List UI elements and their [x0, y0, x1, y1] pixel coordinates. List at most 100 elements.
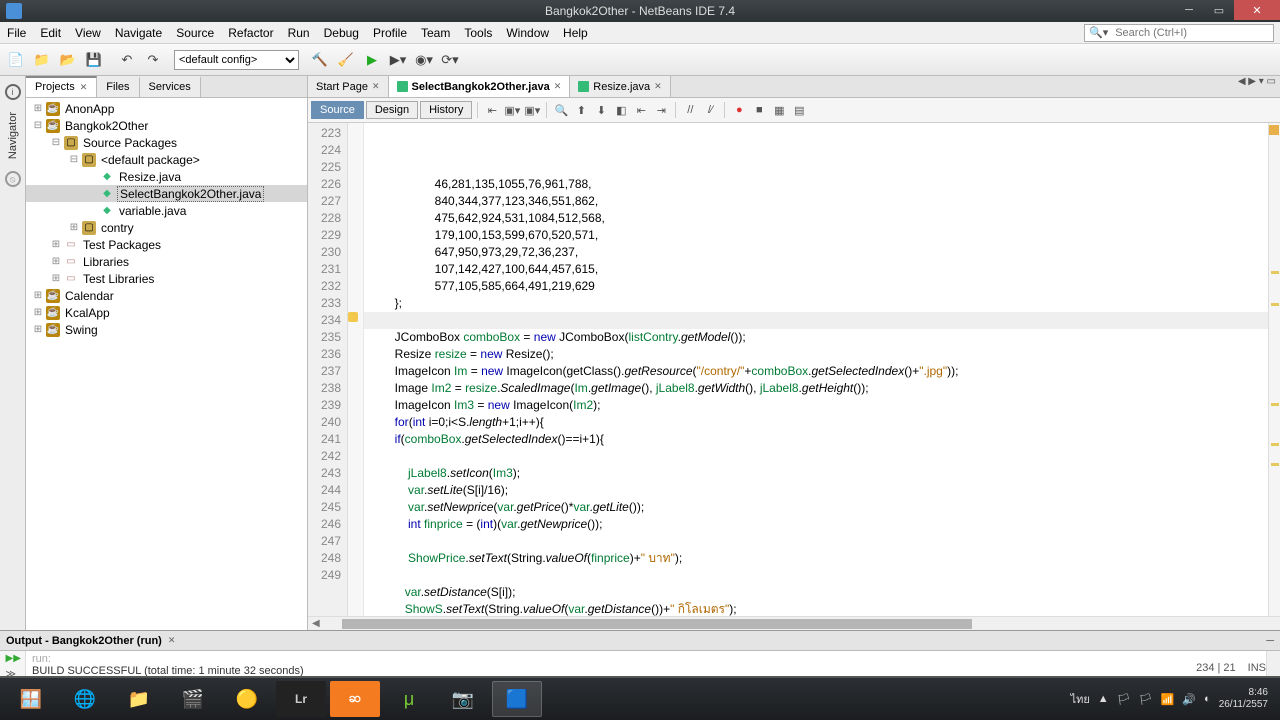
uncomment-icon[interactable]: /∕	[701, 101, 719, 119]
close-icon[interactable]: ✕	[80, 82, 88, 92]
menu-run[interactable]: Run	[281, 26, 317, 40]
menu-file[interactable]: File	[0, 26, 33, 40]
nav-fwd-icon[interactable]: ▣▾	[503, 101, 521, 119]
navigator-tab[interactable]: Navigator	[5, 106, 21, 165]
tree-twisty-icon[interactable]: ⊞	[48, 239, 64, 250]
new-file-button[interactable]: 📄	[4, 48, 28, 72]
tree-twisty-icon[interactable]: ⊞	[30, 103, 46, 114]
media-app-icon[interactable]: 🎬	[168, 681, 218, 717]
tree-twisty-icon[interactable]: ⊞	[30, 324, 46, 335]
tree-node[interactable]: ⊞▭Test Libraries	[26, 270, 307, 287]
menu-help[interactable]: Help	[556, 26, 595, 40]
stop-macro-icon[interactable]: ■	[750, 101, 768, 119]
debug-button[interactable]: ▶▾	[386, 48, 410, 72]
tree-node[interactable]: ⊞▭Test Packages	[26, 236, 307, 253]
shield-icon[interactable]: ◐	[1204, 693, 1211, 705]
search-input[interactable]	[1112, 27, 1272, 39]
next-bm-icon[interactable]: ⬇	[592, 101, 610, 119]
close-icon[interactable]: ✕	[654, 81, 662, 92]
editor-nav[interactable]: ◀ ▶ ▾ ▭	[1238, 76, 1276, 87]
stop-icon[interactable]: ⦸	[5, 171, 21, 187]
maximize-button[interactable]: ▭	[1204, 0, 1234, 20]
editor-tab[interactable]: Start Page✕	[308, 76, 389, 97]
tree-node[interactable]: ⊞▢contry	[26, 219, 307, 236]
volume-icon[interactable]: 🔊	[1182, 693, 1196, 706]
tree-twisty-icon[interactable]: ⊞	[30, 307, 46, 318]
clock[interactable]: 8:46 26/11/2557	[1219, 687, 1268, 711]
tree-twisty-icon[interactable]: ⊟	[66, 154, 82, 165]
new-project-button[interactable]: 📁	[30, 48, 54, 72]
tree-twisty-icon[interactable]: ⊞	[48, 256, 64, 267]
chrome-app-icon[interactable]: 🟡	[222, 681, 272, 717]
menu-window[interactable]: Window	[499, 26, 556, 40]
netbeans-app-icon[interactable]: 🟦	[492, 681, 542, 717]
close-icon[interactable]: ✕	[554, 81, 562, 92]
undo-button[interactable]: ↶	[115, 48, 139, 72]
build-button[interactable]: 🔨	[308, 48, 332, 72]
xampp-app-icon[interactable]: ဆ	[330, 681, 380, 717]
output-close-icon[interactable]: ✕	[168, 635, 176, 646]
menu-refactor[interactable]: Refactor	[221, 26, 280, 40]
redo-button[interactable]: ↷	[141, 48, 165, 72]
open-button[interactable]: 📂	[56, 48, 80, 72]
comment-icon[interactable]: //	[681, 101, 699, 119]
panel-tab-services[interactable]: Services	[140, 76, 201, 97]
project-tree[interactable]: ⊞☕AnonApp⊟☕Bangkok2Other⊟▢Source Package…	[26, 98, 307, 630]
tree-twisty-icon[interactable]: ⊞	[48, 273, 64, 284]
editor-tab[interactable]: Resize.java✕	[570, 76, 670, 97]
tree-node[interactable]: ⊟☕Bangkok2Other	[26, 117, 307, 134]
network-icon[interactable]: 📶	[1161, 693, 1175, 706]
source-tab[interactable]: Source	[311, 101, 364, 119]
tree-node[interactable]: ⊞☕Calendar	[26, 287, 307, 304]
history-tab[interactable]: History	[420, 101, 472, 119]
tree-node[interactable]: ⊞▭Libraries	[26, 253, 307, 270]
config-select[interactable]: <default config>	[174, 50, 299, 70]
scroll-thumb[interactable]	[342, 619, 972, 629]
menu-team[interactable]: Team	[414, 26, 457, 40]
close-icon[interactable]: ✕	[372, 81, 380, 92]
run-button[interactable]: ▶	[360, 48, 384, 72]
search-box[interactable]: 🔍▾	[1084, 24, 1274, 42]
opt2-icon[interactable]: ▤	[790, 101, 808, 119]
minimize-button[interactable]: ─	[1174, 0, 1204, 20]
menu-debug[interactable]: Debug	[317, 26, 366, 40]
tree-node[interactable]: ⊞☕KcalApp	[26, 304, 307, 321]
editor-tab[interactable]: SelectBangkok2Other.java✕	[389, 76, 571, 97]
lightroom-app-icon[interactable]: Lr	[276, 681, 326, 717]
system-tray[interactable]: ไทย ▲ 🏳 🏳 📶 🔊 ◐ 8:46 26/11/2557	[1071, 687, 1276, 711]
nav-fwd2-icon[interactable]: ▣▾	[523, 101, 541, 119]
profile-button[interactable]: ◉▾	[412, 48, 436, 72]
output-minimize-icon[interactable]: ─	[1266, 635, 1274, 647]
flag-icon[interactable]: 🏳	[1117, 693, 1131, 706]
toggle-bm-icon[interactable]: ◧	[612, 101, 630, 119]
menu-edit[interactable]: Edit	[33, 26, 68, 40]
prev-bm-icon[interactable]: ⬆	[572, 101, 590, 119]
tree-node[interactable]: ◆Resize.java	[26, 168, 307, 185]
tree-twisty-icon[interactable]: ⊟	[30, 120, 46, 131]
tree-twisty-icon[interactable]: ⊟	[48, 137, 64, 148]
menu-source[interactable]: Source	[169, 26, 221, 40]
tray-up-icon[interactable]: ▲	[1098, 693, 1109, 705]
hint-bulb-icon[interactable]	[348, 312, 358, 322]
design-tab[interactable]: Design	[366, 101, 418, 119]
menu-profile[interactable]: Profile	[366, 26, 414, 40]
panel-tab-files[interactable]: Files	[97, 76, 139, 97]
tree-node[interactable]: ⊟▢<default package>	[26, 151, 307, 168]
start-button[interactable]: 🪟	[6, 681, 56, 717]
utorrent-app-icon[interactable]: μ	[384, 681, 434, 717]
opt1-icon[interactable]: ▦	[770, 101, 788, 119]
find-sel-icon[interactable]: 🔍	[552, 101, 570, 119]
lang-indicator[interactable]: ไทย	[1071, 690, 1090, 708]
shift-r-icon[interactable]: ⇥	[652, 101, 670, 119]
shift-l-icon[interactable]: ⇤	[632, 101, 650, 119]
panel-tab-projects[interactable]: Projects✕	[26, 76, 97, 97]
line-gutter[interactable]: 2232242252262272282292302312322332342352…	[308, 123, 348, 616]
tree-twisty-icon[interactable]: ⊞	[30, 290, 46, 301]
instagram-app-icon[interactable]: 📷	[438, 681, 488, 717]
menu-view[interactable]: View	[68, 26, 108, 40]
tree-node[interactable]: ◆variable.java	[26, 202, 307, 219]
menu-navigate[interactable]: Navigate	[108, 26, 169, 40]
action-center-icon[interactable]: 🏳	[1139, 693, 1153, 706]
tree-node[interactable]: ◆SelectBangkok2Other.java	[26, 185, 307, 202]
close-button[interactable]: ✕	[1234, 0, 1280, 20]
